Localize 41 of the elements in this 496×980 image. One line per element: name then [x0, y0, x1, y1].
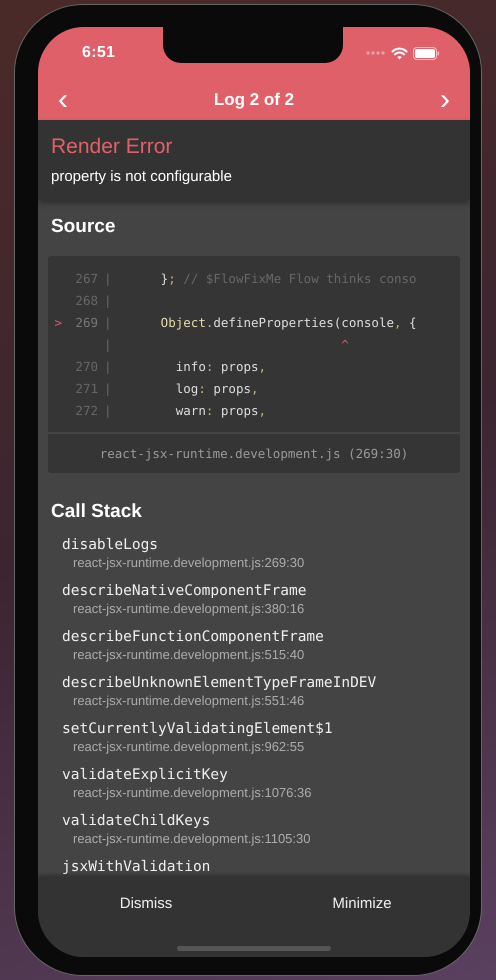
- source-file-location: react-jsx-runtime.development.js (269:30): [100, 446, 408, 461]
- log-title: Log 2 of 2: [214, 90, 294, 110]
- stack-frame-location: react-jsx-runtime.development.js:1076:36: [73, 785, 312, 801]
- code-text: warn: props,: [174, 402, 266, 418]
- dismiss-button[interactable]: Dismiss: [38, 877, 254, 929]
- battery-icon: [413, 46, 440, 60]
- stack-frame-location: react-jsx-runtime.development.js:962:55: [73, 739, 304, 755]
- line-number: 269: [74, 314, 98, 330]
- stack-frame-name[interactable]: setCurrentlyValidatingElement$1: [62, 714, 333, 739]
- section-heading: Call Stack: [51, 500, 142, 524]
- gutter-text: |: [104, 358, 112, 374]
- error-message: property is not configurable: [51, 167, 232, 187]
- gutter-text: |: [104, 270, 112, 286]
- gutter-text: |: [104, 402, 112, 418]
- error-title: Render Error: [51, 134, 172, 160]
- stack-frame-location: react-jsx-runtime.development.js:380:16: [73, 601, 304, 617]
- code-text: ^: [340, 336, 349, 352]
- stack-frame-name[interactable]: describeNativeComponentFrame: [62, 576, 306, 601]
- stack-frame-name[interactable]: describeFunctionComponentFrame: [62, 622, 324, 647]
- stack-frame-name[interactable]: validateExplicitKey: [62, 760, 228, 785]
- minimize-button[interactable]: Minimize: [254, 877, 470, 929]
- stack-frame-location: react-jsx-runtime.development.js:515:40: [73, 647, 304, 663]
- gutter-text: |: [104, 314, 112, 330]
- signal-icon: [366, 50, 386, 56]
- stack-frame-location: react-jsx-runtime.development.js:551:46: [73, 693, 304, 709]
- stack-frame-name[interactable]: describeUnknownElementTypeFrameInDEV: [62, 668, 376, 693]
- status-time: 6:51: [82, 44, 116, 62]
- wifi-icon: [391, 46, 408, 60]
- gutter-text: |: [104, 336, 112, 352]
- stack-frame-location: react-jsx-runtime.development.js:1105:30: [73, 831, 310, 847]
- current-line-marker: >: [54, 314, 62, 330]
- stack-frame-name[interactable]: disableLogs: [62, 530, 158, 555]
- code-text: Object.defineProperties(console, {: [160, 314, 417, 330]
- stack-frame-name[interactable]: validateChildKeys: [62, 806, 210, 831]
- stack-frame-location: react-jsx-runtime.development.js:269:30: [73, 555, 304, 571]
- section-heading: Source: [51, 215, 116, 239]
- gutter-text: |: [104, 380, 112, 396]
- stack-frame-name[interactable]: jsxWithValidation: [62, 852, 210, 877]
- gutter-text: |: [104, 292, 112, 308]
- code-text: log: props,: [174, 380, 259, 396]
- code-text: info: props,: [174, 358, 266, 374]
